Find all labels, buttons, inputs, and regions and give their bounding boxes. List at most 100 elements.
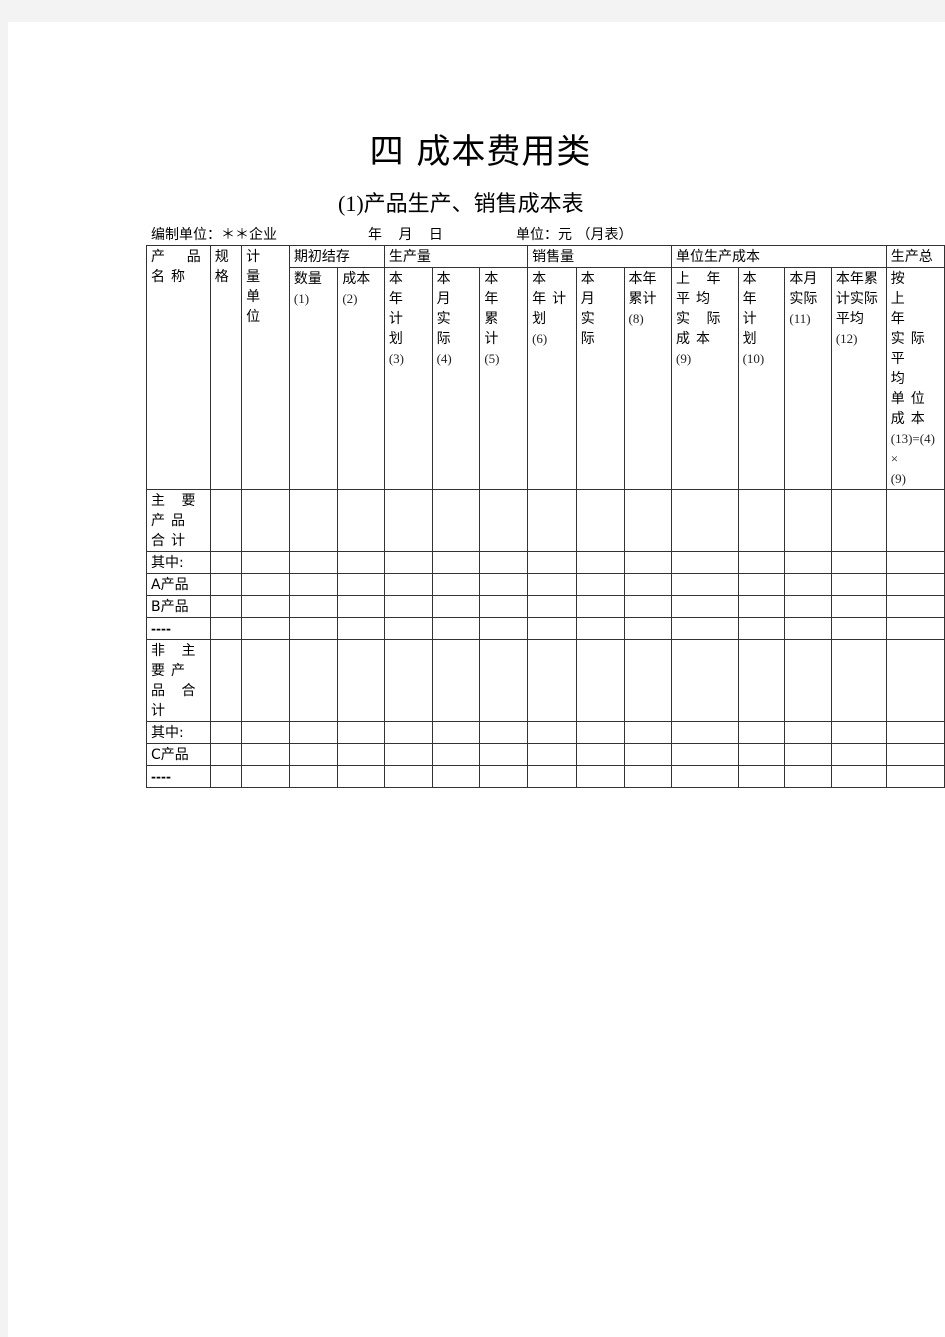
table-cell[interactable] bbox=[241, 765, 290, 788]
table-cell[interactable] bbox=[885, 617, 945, 640]
table-cell[interactable] bbox=[241, 617, 290, 640]
table-cell[interactable] bbox=[241, 573, 290, 596]
table-cell[interactable] bbox=[288, 743, 339, 766]
table-cell[interactable] bbox=[671, 573, 739, 596]
table-cell[interactable] bbox=[671, 639, 739, 722]
table-cell[interactable] bbox=[527, 743, 577, 766]
table-cell[interactable] bbox=[431, 639, 481, 722]
table-cell[interactable] bbox=[671, 595, 739, 618]
table-cell[interactable] bbox=[527, 765, 577, 788]
table-cell[interactable] bbox=[337, 721, 385, 744]
table-cell[interactable] bbox=[209, 721, 243, 744]
table-cell[interactable] bbox=[575, 617, 625, 640]
table-cell[interactable] bbox=[623, 721, 673, 744]
table-cell[interactable] bbox=[575, 765, 625, 788]
table-cell[interactable] bbox=[830, 743, 887, 766]
table-cell[interactable] bbox=[241, 551, 290, 574]
table-cell[interactable] bbox=[337, 743, 385, 766]
table-cell[interactable] bbox=[623, 573, 673, 596]
table-cell[interactable] bbox=[671, 617, 739, 640]
table-cell[interactable] bbox=[737, 765, 786, 788]
table-cell[interactable] bbox=[623, 765, 673, 788]
table-cell[interactable] bbox=[288, 721, 339, 744]
table-cell[interactable] bbox=[527, 721, 577, 744]
table-cell[interactable] bbox=[527, 489, 577, 552]
table-cell[interactable] bbox=[623, 617, 673, 640]
table-cell[interactable] bbox=[830, 765, 887, 788]
table-cell[interactable] bbox=[575, 721, 625, 744]
table-cell[interactable] bbox=[575, 595, 625, 618]
table-cell[interactable] bbox=[383, 595, 433, 618]
table-cell[interactable] bbox=[431, 765, 481, 788]
table-cell[interactable] bbox=[337, 595, 385, 618]
table-cell[interactable] bbox=[431, 489, 481, 552]
table-cell[interactable] bbox=[431, 595, 481, 618]
table-cell[interactable] bbox=[337, 573, 385, 596]
table-cell[interactable] bbox=[479, 721, 529, 744]
table-cell[interactable] bbox=[737, 617, 786, 640]
table-cell[interactable] bbox=[209, 573, 243, 596]
table-cell[interactable] bbox=[337, 639, 385, 722]
table-cell[interactable] bbox=[383, 743, 433, 766]
table-cell[interactable] bbox=[830, 721, 887, 744]
table-cell[interactable] bbox=[337, 617, 385, 640]
table-cell[interactable] bbox=[209, 551, 243, 574]
table-cell[interactable] bbox=[784, 489, 832, 552]
table-cell[interactable] bbox=[885, 765, 945, 788]
table-cell[interactable] bbox=[479, 595, 529, 618]
table-cell[interactable] bbox=[784, 551, 832, 574]
table-cell[interactable] bbox=[575, 743, 625, 766]
table-cell[interactable] bbox=[784, 595, 832, 618]
table-cell[interactable] bbox=[383, 639, 433, 722]
table-cell[interactable] bbox=[737, 595, 786, 618]
table-cell[interactable] bbox=[383, 551, 433, 574]
table-cell[interactable] bbox=[671, 743, 739, 766]
table-cell[interactable] bbox=[885, 489, 945, 552]
table-cell[interactable] bbox=[241, 639, 290, 722]
table-cell[interactable] bbox=[209, 617, 243, 640]
table-cell[interactable] bbox=[337, 551, 385, 574]
table-cell[interactable] bbox=[431, 573, 481, 596]
table-cell[interactable] bbox=[527, 639, 577, 722]
table-cell[interactable] bbox=[337, 765, 385, 788]
table-cell[interactable] bbox=[209, 595, 243, 618]
table-cell[interactable] bbox=[431, 551, 481, 574]
table-cell[interactable] bbox=[830, 595, 887, 618]
table-cell[interactable] bbox=[623, 551, 673, 574]
table-cell[interactable] bbox=[671, 551, 739, 574]
table-cell[interactable] bbox=[209, 743, 243, 766]
table-cell[interactable] bbox=[575, 489, 625, 552]
table-cell[interactable] bbox=[784, 573, 832, 596]
table-cell[interactable] bbox=[737, 721, 786, 744]
table-cell[interactable] bbox=[527, 551, 577, 574]
table-cell[interactable] bbox=[479, 617, 529, 640]
table-cell[interactable] bbox=[784, 765, 832, 788]
table-cell[interactable] bbox=[830, 573, 887, 596]
table-cell[interactable] bbox=[241, 743, 290, 766]
table-cell[interactable] bbox=[209, 765, 243, 788]
table-cell[interactable] bbox=[575, 639, 625, 722]
table-cell[interactable] bbox=[784, 743, 832, 766]
table-cell[interactable] bbox=[885, 595, 945, 618]
table-cell[interactable] bbox=[337, 489, 385, 552]
table-cell[interactable] bbox=[288, 639, 339, 722]
table-cell[interactable] bbox=[431, 743, 481, 766]
table-cell[interactable] bbox=[784, 617, 832, 640]
table-cell[interactable] bbox=[241, 489, 290, 552]
table-cell[interactable] bbox=[885, 551, 945, 574]
table-cell[interactable] bbox=[737, 743, 786, 766]
table-cell[interactable] bbox=[784, 639, 832, 722]
table-cell[interactable] bbox=[830, 617, 887, 640]
table-cell[interactable] bbox=[737, 573, 786, 596]
table-cell[interactable] bbox=[885, 721, 945, 744]
table-cell[interactable] bbox=[479, 551, 529, 574]
table-cell[interactable] bbox=[830, 639, 887, 722]
table-cell[interactable] bbox=[479, 743, 529, 766]
table-cell[interactable] bbox=[575, 551, 625, 574]
table-cell[interactable] bbox=[623, 639, 673, 722]
table-cell[interactable] bbox=[288, 765, 339, 788]
table-cell[interactable] bbox=[830, 489, 887, 552]
table-cell[interactable] bbox=[671, 721, 739, 744]
table-cell[interactable] bbox=[383, 489, 433, 552]
table-cell[interactable] bbox=[431, 617, 481, 640]
